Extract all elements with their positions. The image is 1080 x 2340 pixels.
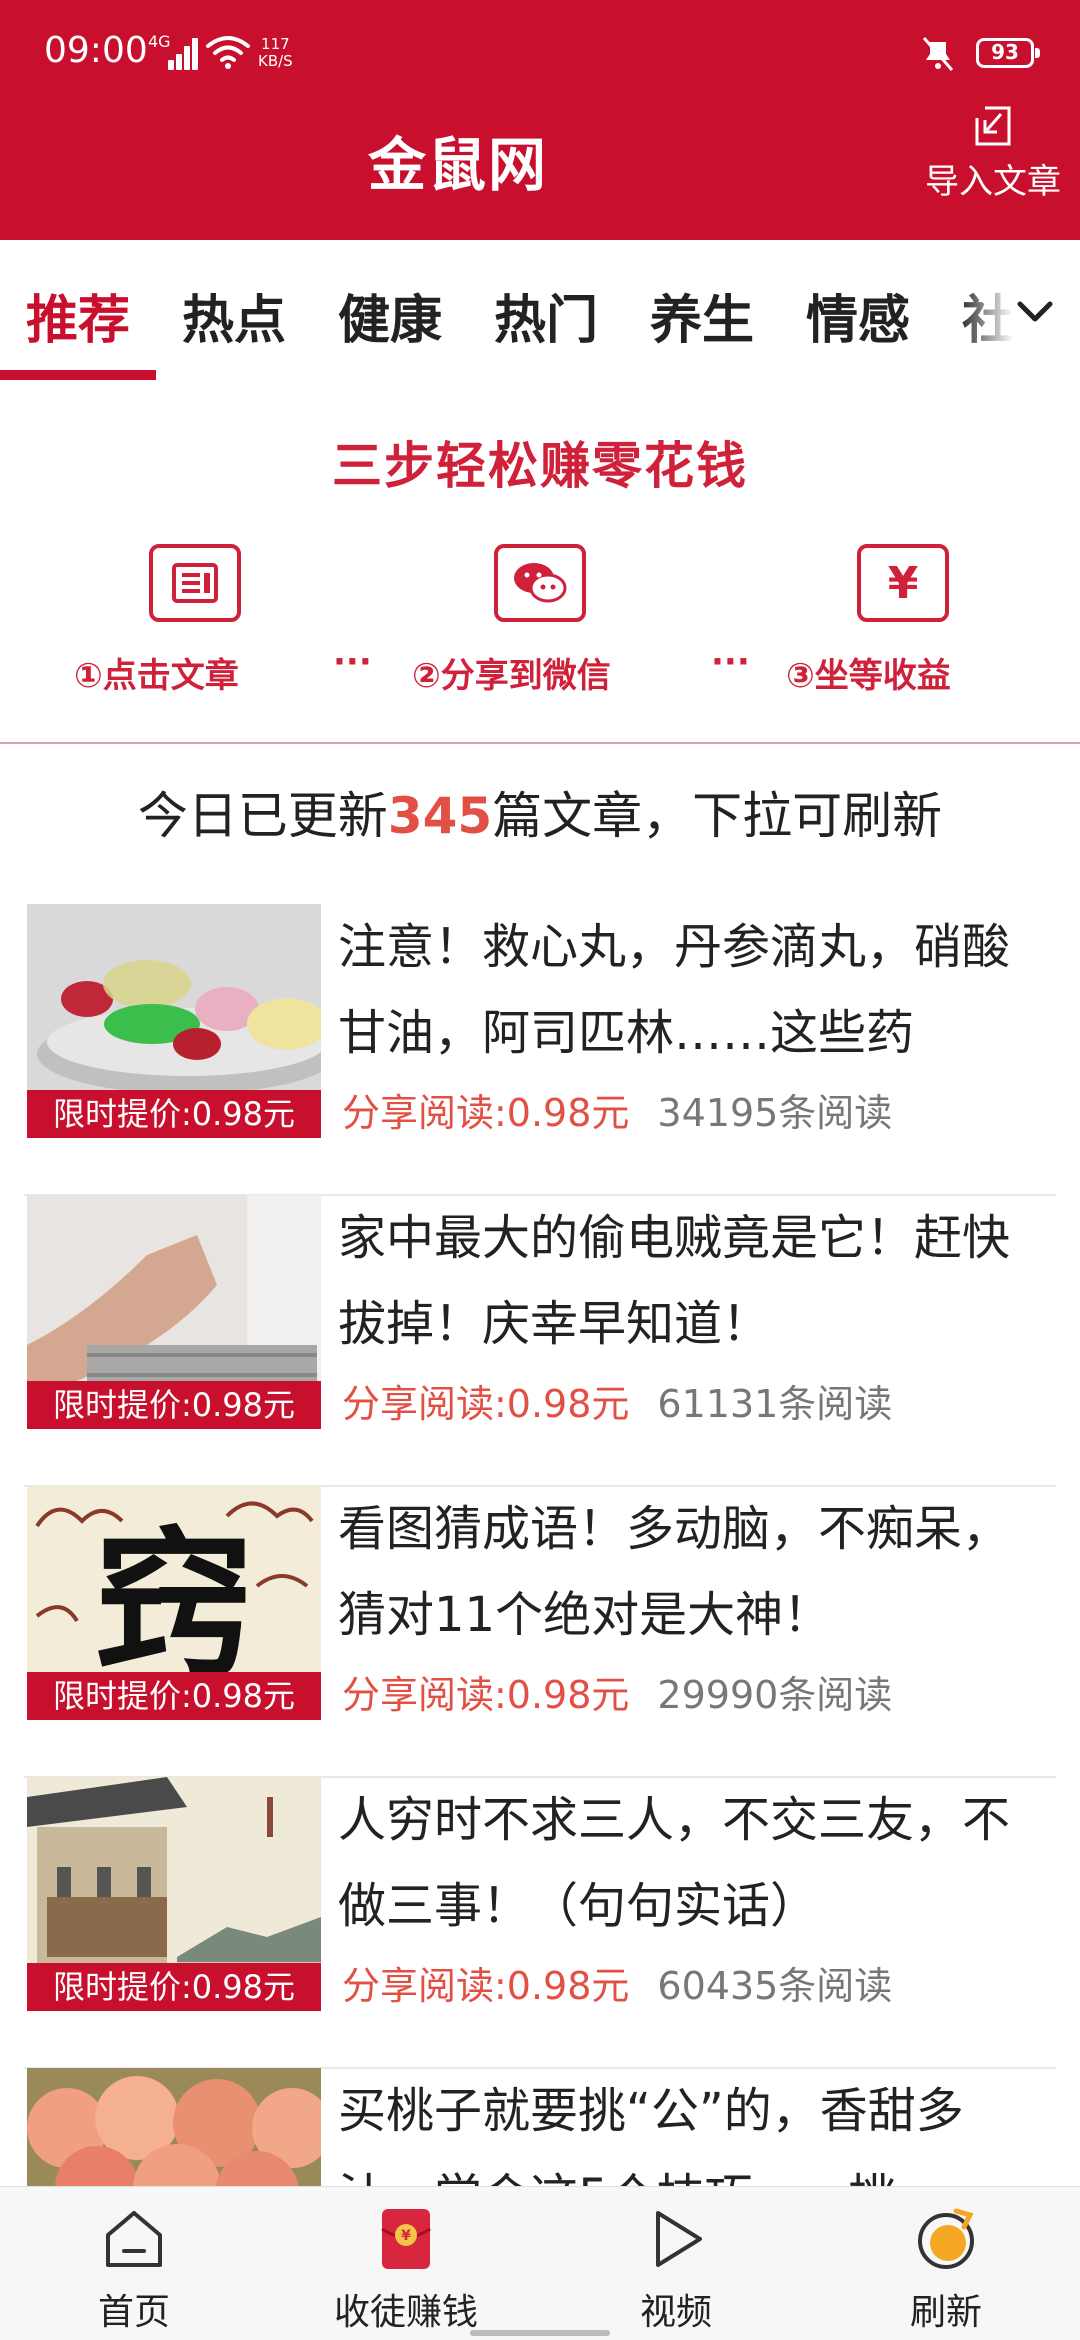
nav-video-label: 视频 bbox=[639, 2292, 712, 2333]
status-time: 09:00 bbox=[44, 30, 148, 71]
yuan-icon: ¥ bbox=[857, 544, 949, 622]
app-header: 09:00 4G 117 KB/S 93 金鼠网 导入文章 bbox=[0, 0, 1080, 240]
article-meta: 分享阅读:0.98元 29990条阅读 bbox=[342, 1664, 892, 1719]
read-count: 61131条阅读 bbox=[657, 1382, 893, 1426]
article-title: 人穷时不求三人，不交三友，不做三事！（句句实话） bbox=[338, 1792, 1011, 1934]
tab-wellness[interactable]: 养生 bbox=[650, 278, 754, 353]
nav-recruit-earn-label: 收徒赚钱 bbox=[333, 2292, 478, 2333]
price-badge: 限时提价:0.98元 bbox=[27, 1381, 321, 1429]
system-home-indicator[interactable] bbox=[470, 2330, 610, 2336]
tab-emotion[interactable]: 情感 bbox=[806, 278, 910, 353]
nav-recruit-earn[interactable]: ¥ 收徒赚钱 bbox=[296, 2187, 516, 2340]
share-reward: 分享阅读:0.98元 bbox=[342, 1382, 630, 1426]
nav-video[interactable]: 视频 bbox=[566, 2187, 786, 2340]
category-tabs: 推荐 热点 健康 热门 养生 情感 社 bbox=[0, 240, 1080, 386]
red-envelope-icon: ¥ bbox=[381, 2209, 431, 2269]
share-reward: 分享阅读:0.98元 bbox=[342, 1673, 630, 1717]
promo-title: 三步轻松赚零花钱 bbox=[332, 437, 748, 495]
status-bar: 09:00 4G 117 KB/S 93 bbox=[0, 0, 1080, 100]
nav-refresh-label: 刷新 bbox=[909, 2292, 982, 2333]
bottom-navigation: 首页 ¥ 收徒赚钱 视频 刷新 bbox=[0, 2186, 1080, 2340]
article-title: 注意！救心丸，丹参滴丸，硝酸甘油，阿司匹林……这些药 bbox=[338, 919, 1011, 1061]
tab-recommend[interactable]: 推荐 bbox=[26, 278, 130, 353]
article-title: 家中最大的偷电贼竟是它！赶快拔掉！庆幸早知道！ bbox=[338, 1210, 1011, 1352]
article-item[interactable]: 窍 限时提价:0.98元 看图猜成语！多动脑，不痴呆，猜对11个绝对是大神！ 分… bbox=[0, 1486, 1080, 1778]
earn-steps-banner[interactable]: 三步轻松赚零花钱 ¥ ①点击文章 ··· ②分享到微信 ··· ③坐等收益 bbox=[0, 386, 1080, 744]
network-speed: 117 KB/S bbox=[258, 35, 293, 70]
battery-icon: 93 bbox=[976, 38, 1040, 68]
price-badge: 限时提价:0.98元 bbox=[27, 1090, 321, 1138]
article-meta: 分享阅读:0.98元 34195条阅读 bbox=[342, 1082, 892, 1137]
price-badge: 限时提价:0.98元 bbox=[27, 1672, 321, 1720]
article-thumbnail: 限时提价:0.98元 bbox=[27, 1777, 321, 2011]
import-article-button[interactable]: 导入文章 bbox=[908, 104, 1078, 214]
article-title: 看图猜成语！多动脑，不痴呆，猜对11个绝对是大神！ bbox=[338, 1501, 1011, 1643]
tab-hot-topics[interactable]: 热点 bbox=[182, 278, 286, 353]
step-1-label: ①点击文章 bbox=[74, 656, 239, 696]
tab-popular[interactable]: 热门 bbox=[494, 278, 598, 353]
step-2-label: ②分享到微信 bbox=[412, 656, 611, 696]
refresh-icon bbox=[918, 2208, 974, 2269]
play-icon bbox=[656, 2211, 702, 2267]
article-thumbnail: 限时提价:0.98元 bbox=[27, 1195, 321, 1429]
update-count: 345 bbox=[387, 787, 493, 845]
share-reward: 分享阅读:0.98元 bbox=[342, 1964, 630, 2008]
share-reward: 分享阅读:0.98元 bbox=[342, 1091, 630, 1135]
import-icon bbox=[975, 106, 1011, 146]
chevron-down-icon[interactable] bbox=[1012, 288, 1058, 334]
nav-refresh[interactable]: 刷新 bbox=[836, 2187, 1056, 2340]
price-badge: 限时提价:0.98元 bbox=[27, 1963, 321, 2011]
mute-icon bbox=[922, 37, 954, 71]
article-meta: 分享阅读:0.98元 60435条阅读 bbox=[342, 1955, 892, 2010]
wifi-icon bbox=[206, 36, 250, 69]
app-title: 金鼠网 bbox=[367, 131, 548, 199]
read-count: 60435条阅读 bbox=[657, 1964, 893, 2008]
article-icon bbox=[149, 544, 241, 622]
step-3-label: ③坐等收益 bbox=[786, 656, 951, 696]
home-icon bbox=[106, 2211, 162, 2267]
article-meta: 分享阅读:0.98元 61131条阅读 bbox=[342, 1373, 892, 1428]
nav-home-label: 首页 bbox=[97, 2292, 170, 2333]
active-tab-indicator bbox=[0, 370, 156, 380]
read-count: 29990条阅读 bbox=[657, 1673, 893, 1717]
article-thumbnail: 窍 限时提价:0.98元 bbox=[27, 1486, 321, 1720]
idiom-character: 窍 bbox=[94, 1512, 254, 1699]
import-article-label: 导入文章 bbox=[925, 162, 1061, 202]
signal-icon bbox=[168, 36, 198, 70]
wechat-icon bbox=[494, 544, 586, 622]
update-count-banner: 今日已更新345篇文章，下拉可刷新 bbox=[137, 787, 943, 845]
article-thumbnail: 限时提价:0.98元 bbox=[27, 904, 321, 1138]
svg-text:¥: ¥ bbox=[401, 2228, 411, 2244]
nav-home[interactable]: 首页 bbox=[24, 2187, 244, 2340]
step-separator: ··· bbox=[711, 642, 750, 682]
read-count: 34195条阅读 bbox=[657, 1091, 893, 1135]
article-item[interactable]: 限时提价:0.98元 家中最大的偷电贼竟是它！赶快拔掉！庆幸早知道！ 分享阅读:… bbox=[0, 1195, 1080, 1487]
tab-health[interactable]: 健康 bbox=[338, 278, 442, 353]
step-separator: ··· bbox=[333, 642, 372, 682]
article-item[interactable]: 限时提价:0.98元 人穷时不求三人，不交三友，不做三事！（句句实话） 分享阅读… bbox=[0, 1777, 1080, 2069]
article-item[interactable]: 限时提价:0.98元 注意！救心丸，丹参滴丸，硝酸甘油，阿司匹林……这些药 分享… bbox=[0, 904, 1080, 1196]
